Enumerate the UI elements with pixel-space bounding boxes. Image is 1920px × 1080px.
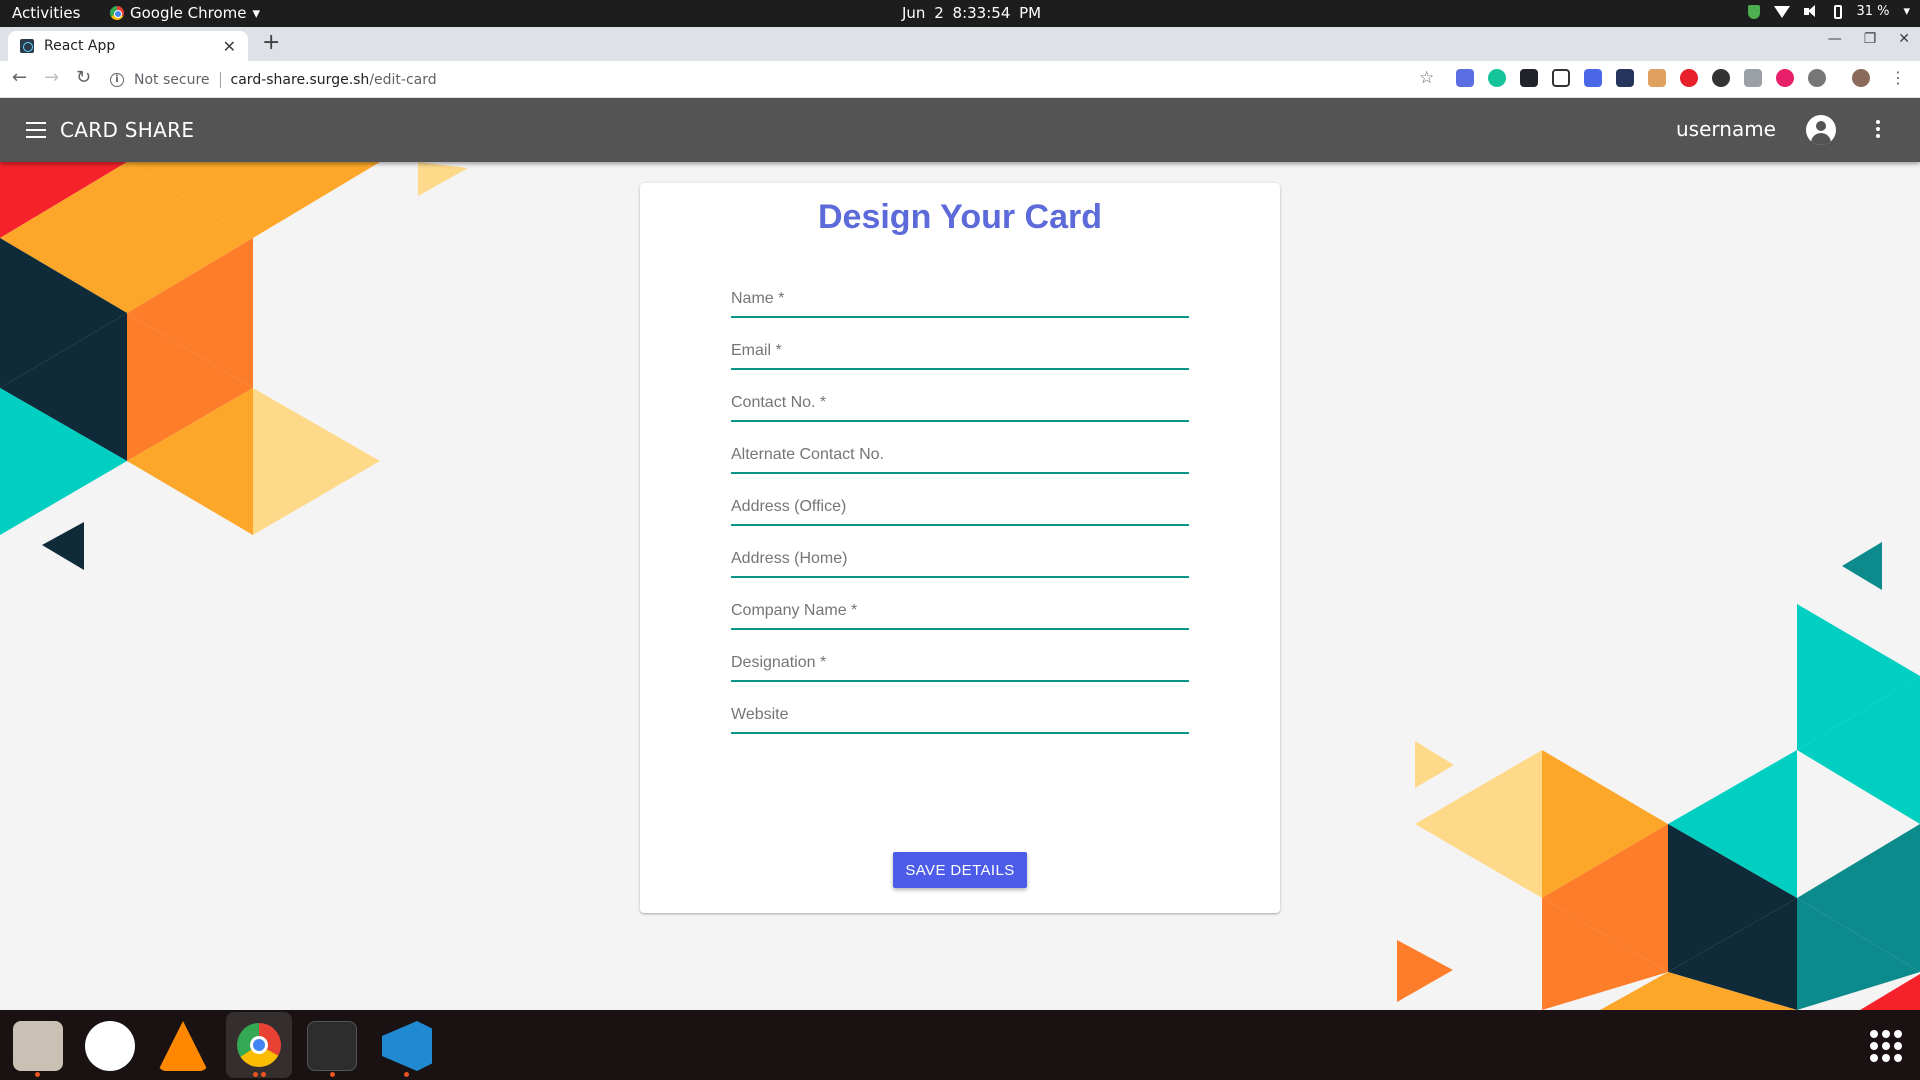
designation-field[interactable] [731,642,1189,682]
caret-down-icon: ▾ [1903,4,1910,19]
profile-avatar-icon[interactable] [1852,69,1870,87]
save-details-button[interactable]: SAVE DETAILS [893,852,1027,888]
running-indicator [330,1072,335,1077]
system-tray[interactable]: 31 % ▾ [1748,4,1910,19]
forward-icon[interactable]: → [44,67,59,88]
email-input[interactable] [731,336,1189,366]
chrome-menu-icon[interactable]: ⋮ [1890,68,1906,87]
url-path: /edit-card [369,71,437,88]
terminal-icon[interactable] [307,1021,357,1071]
bookmark-star-icon[interactable]: ☆ [1419,68,1434,88]
contact-field[interactable] [731,382,1189,422]
running-indicator [261,1072,266,1077]
designation-input[interactable] [731,648,1189,678]
browser-tab[interactable]: React App ✕ [8,31,248,61]
extension-icon[interactable] [1552,69,1570,87]
web-page: CARD SHARE username Design Your Card Nam… [0,98,1920,1010]
window-controls: — ❐ ✕ [1828,31,1910,47]
name-field[interactable] [731,278,1189,318]
security-label: Not secure [134,71,210,88]
alternate-contact-input[interactable] [731,440,1189,470]
slack-icon[interactable] [85,1021,135,1071]
close-window-icon[interactable]: ✕ [1898,31,1910,47]
username-label: username [1676,117,1776,141]
running-indicator [253,1072,258,1077]
alternate-contact-field[interactable] [731,434,1189,474]
back-icon[interactable]: ← [12,67,27,88]
running-indicator [35,1072,40,1077]
browser-toolbar: ← → ↻ i Not secure card-share.surge.sh /… [0,61,1920,98]
react-devtools-icon[interactable] [1520,69,1538,87]
minimize-icon[interactable]: — [1828,31,1842,47]
more-vertical-icon[interactable] [1876,120,1880,140]
reload-icon[interactable]: ↻ [76,67,91,88]
tab-strip: React App ✕ + — ❐ ✕ [0,27,1920,61]
company-name-field[interactable] [731,590,1189,630]
address-home-input[interactable] [731,544,1189,574]
address-office-field[interactable] [731,486,1189,526]
account-circle-icon[interactable] [1806,115,1836,145]
show-applications-icon[interactable] [1870,1030,1902,1062]
caret-down-icon: ▾ [252,4,261,22]
chrome-icon [110,6,124,20]
clock[interactable]: Jun 2 8:33:54 PM [902,4,1041,22]
extension-icon[interactable] [1648,69,1666,87]
vscode-icon[interactable] [382,1021,432,1071]
extension-icon[interactable] [1808,69,1826,87]
form-title: Design Your Card [817,198,1103,236]
running-indicator [404,1072,409,1077]
extension-icon[interactable] [1680,69,1698,87]
system-top-bar: Activities Google Chrome ▾ Jun 2 8:33:54… [0,0,1920,27]
extension-icon[interactable] [1776,69,1794,87]
company-name-input[interactable] [731,596,1189,626]
address-bar[interactable]: i Not secure card-share.surge.sh /edit-c… [110,66,1410,93]
address-office-input[interactable] [731,492,1189,522]
extensions-row [1456,69,1870,87]
hamburger-menu-icon[interactable] [26,122,46,138]
camera-icon[interactable] [1744,69,1762,87]
react-favicon-icon [20,39,34,53]
app-menu[interactable]: Google Chrome ▾ [110,4,260,22]
dock [0,1010,1920,1080]
divider [219,71,221,88]
contact-input[interactable] [731,388,1189,418]
battery-icon [1834,4,1843,19]
chrome-center [250,1036,268,1054]
app-menu-label: Google Chrome [130,4,247,22]
volume-icon [1804,5,1820,18]
clock-time: 8:33:54 PM [952,4,1042,22]
grammarly-icon[interactable] [1488,69,1506,87]
extension-icon[interactable] [1456,69,1474,87]
close-tab-icon[interactable]: ✕ [223,37,236,56]
restore-icon[interactable]: ❐ [1864,31,1877,47]
extension-icon[interactable] [1616,69,1634,87]
info-icon[interactable]: i [110,72,124,87]
clock-date: Jun 2 [902,4,944,22]
name-input[interactable] [731,284,1189,314]
website-input[interactable] [731,700,1189,730]
files-icon[interactable] [13,1021,63,1071]
email-field[interactable] [731,330,1189,370]
shield-icon [1748,4,1761,19]
url-host: card-share.surge.sh [230,71,370,88]
battery-percent: 31 % [1856,4,1890,19]
activities-button[interactable]: Activities [12,4,80,22]
design-card-form: Design Your Card SAVE DETAILS [640,183,1280,913]
address-home-field[interactable] [731,538,1189,578]
new-tab-button[interactable]: + [262,30,280,55]
wifi-icon [1774,5,1791,18]
chrome-dock-button[interactable] [226,1012,292,1078]
vlc-icon[interactable] [158,1021,208,1071]
tab-title: React App [44,38,116,54]
website-field[interactable] [731,694,1189,734]
app-brand[interactable]: CARD SHARE [60,118,194,142]
extension-icon[interactable] [1584,69,1602,87]
extension-icon[interactable] [1712,69,1730,87]
app-bar: CARD SHARE username [0,98,1920,162]
